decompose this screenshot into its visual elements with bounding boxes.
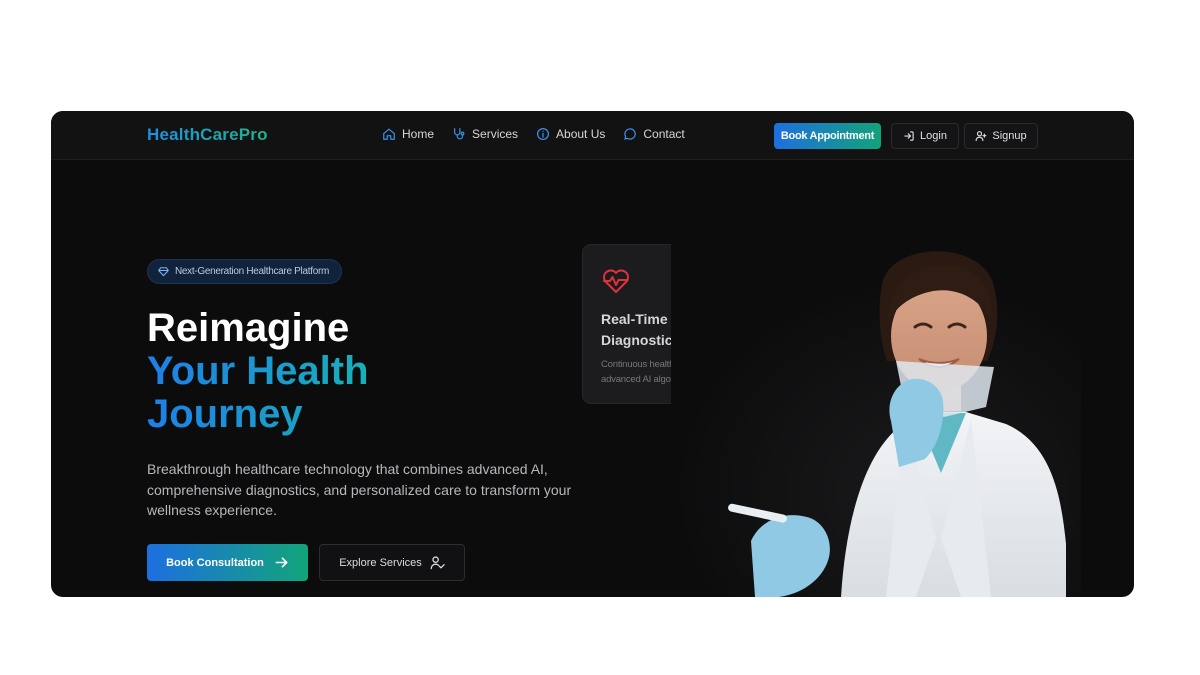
- platform-badge: Next-Generation Healthcare Platform: [147, 259, 343, 284]
- headline-line-3: Journey: [147, 393, 369, 436]
- top-navbar: HealthCarePro Home Services About Us Con…: [51, 111, 1134, 160]
- nav-link-label: About Us: [556, 127, 606, 141]
- hero-description: Breakthrough healthcare technology that …: [147, 461, 572, 518]
- user-plus-icon: [975, 131, 987, 142]
- explore-services-button[interactable]: Explore Services: [319, 544, 465, 581]
- info-icon: [536, 127, 550, 141]
- doctor-photo: [671, 241, 1081, 597]
- nav-link-label: Home: [402, 127, 435, 141]
- heart-pulse-icon: [603, 269, 629, 293]
- nav-link-label: Services: [472, 127, 519, 141]
- book-consultation-label: Book Consultation: [166, 556, 264, 569]
- arrow-right-icon: [275, 557, 288, 568]
- hero-frame: HealthCarePro Home Services About Us Con…: [51, 111, 1134, 597]
- nav-link-contact[interactable]: Contact: [623, 127, 685, 141]
- hero-headline: Reimagine Your Health Journey: [147, 307, 369, 436]
- signup-label: Signup: [992, 130, 1027, 142]
- signup-button[interactable]: Signup: [964, 123, 1038, 149]
- headline-line-1: Reimagine: [147, 306, 350, 350]
- diamond-icon: [158, 267, 169, 277]
- nav-link-home[interactable]: Home: [382, 127, 434, 141]
- login-button[interactable]: Login: [891, 123, 959, 149]
- headline-line-2: Your Health: [147, 349, 369, 393]
- book-appointment-button[interactable]: Book Appointment: [774, 123, 881, 149]
- chat-icon: [624, 128, 637, 140]
- user-check-icon: [430, 556, 445, 570]
- login-icon: [904, 131, 914, 141]
- nav-link-services[interactable]: Services: [452, 127, 518, 141]
- book-consultation-button[interactable]: Book Consultation: [147, 544, 308, 581]
- nav-links: Home Services About Us Contact: [382, 127, 685, 141]
- brand-logo[interactable]: HealthCarePro: [147, 125, 268, 145]
- home-icon: [383, 128, 395, 140]
- nav-link-about[interactable]: About Us: [536, 127, 605, 141]
- login-label: Login: [920, 130, 947, 142]
- explore-services-label: Explore Services: [339, 556, 422, 569]
- nav-link-label: Contact: [643, 127, 685, 141]
- stethoscope-icon: [454, 128, 465, 140]
- badge-label: Next-Generation Healthcare Platform: [175, 266, 330, 277]
